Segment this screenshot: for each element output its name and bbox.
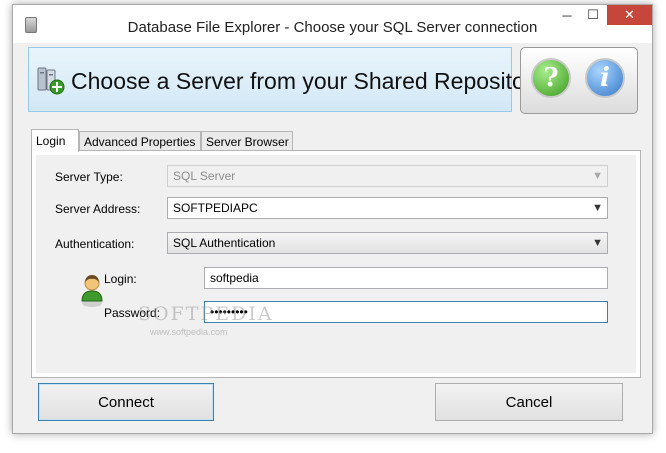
tab-advanced-properties[interactable]: Advanced Properties	[79, 131, 201, 151]
banner-title: Choose a Server from your Shared Reposit…	[71, 68, 544, 94]
authentication-label: Authentication:	[55, 237, 135, 251]
login-field[interactable]	[204, 267, 608, 289]
help-button[interactable]: ?	[531, 58, 571, 98]
tab-server-browser[interactable]: Server Browser	[201, 131, 293, 151]
maximize-button[interactable]: ☐	[580, 5, 606, 25]
login-tab-panel: Server Type: SQL Server ▼ Server Address…	[31, 150, 641, 378]
close-button[interactable]: ✕	[607, 5, 652, 25]
server-type-value: SQL Server	[173, 169, 236, 183]
chevron-down-icon[interactable]: ▼	[592, 237, 603, 249]
server-address-value: SOFTPEDIAPC	[173, 201, 258, 215]
header-banner: Choose a Server from your Shared Reposit…	[28, 47, 544, 112]
server-address-combo[interactable]: SOFTPEDIAPC ▼	[167, 197, 608, 219]
app-window: Database File Explorer - Choose your SQL…	[12, 4, 653, 434]
server-type-label: Server Type:	[55, 170, 123, 184]
title-bar: Database File Explorer - Choose your SQL…	[13, 5, 652, 43]
authentication-select[interactable]: SQL Authentication ▼	[167, 232, 608, 254]
watermark-url: www.softpedia.com	[150, 327, 228, 337]
authentication-value: SQL Authentication	[173, 236, 276, 250]
help-panel: ? i	[520, 47, 638, 114]
chevron-down-icon[interactable]: ▼	[592, 202, 603, 214]
info-button[interactable]: i	[585, 58, 625, 98]
cancel-button[interactable]: Cancel	[435, 383, 623, 421]
login-label: Login:	[104, 272, 137, 286]
user-icon	[81, 275, 103, 307]
chevron-down-icon: ▼	[592, 170, 603, 182]
server-type-select: SQL Server ▼	[167, 165, 608, 187]
watermark: SOFTPEDIA	[138, 303, 274, 325]
server-add-icon	[37, 67, 65, 95]
tab-login[interactable]: Login	[31, 129, 79, 152]
login-form: Server Type: SQL Server ▼ Server Address…	[36, 155, 636, 373]
minimize-button[interactable]: ─	[554, 5, 580, 25]
server-address-label: Server Address:	[55, 202, 141, 216]
connect-button[interactable]: Connect	[38, 383, 214, 421]
